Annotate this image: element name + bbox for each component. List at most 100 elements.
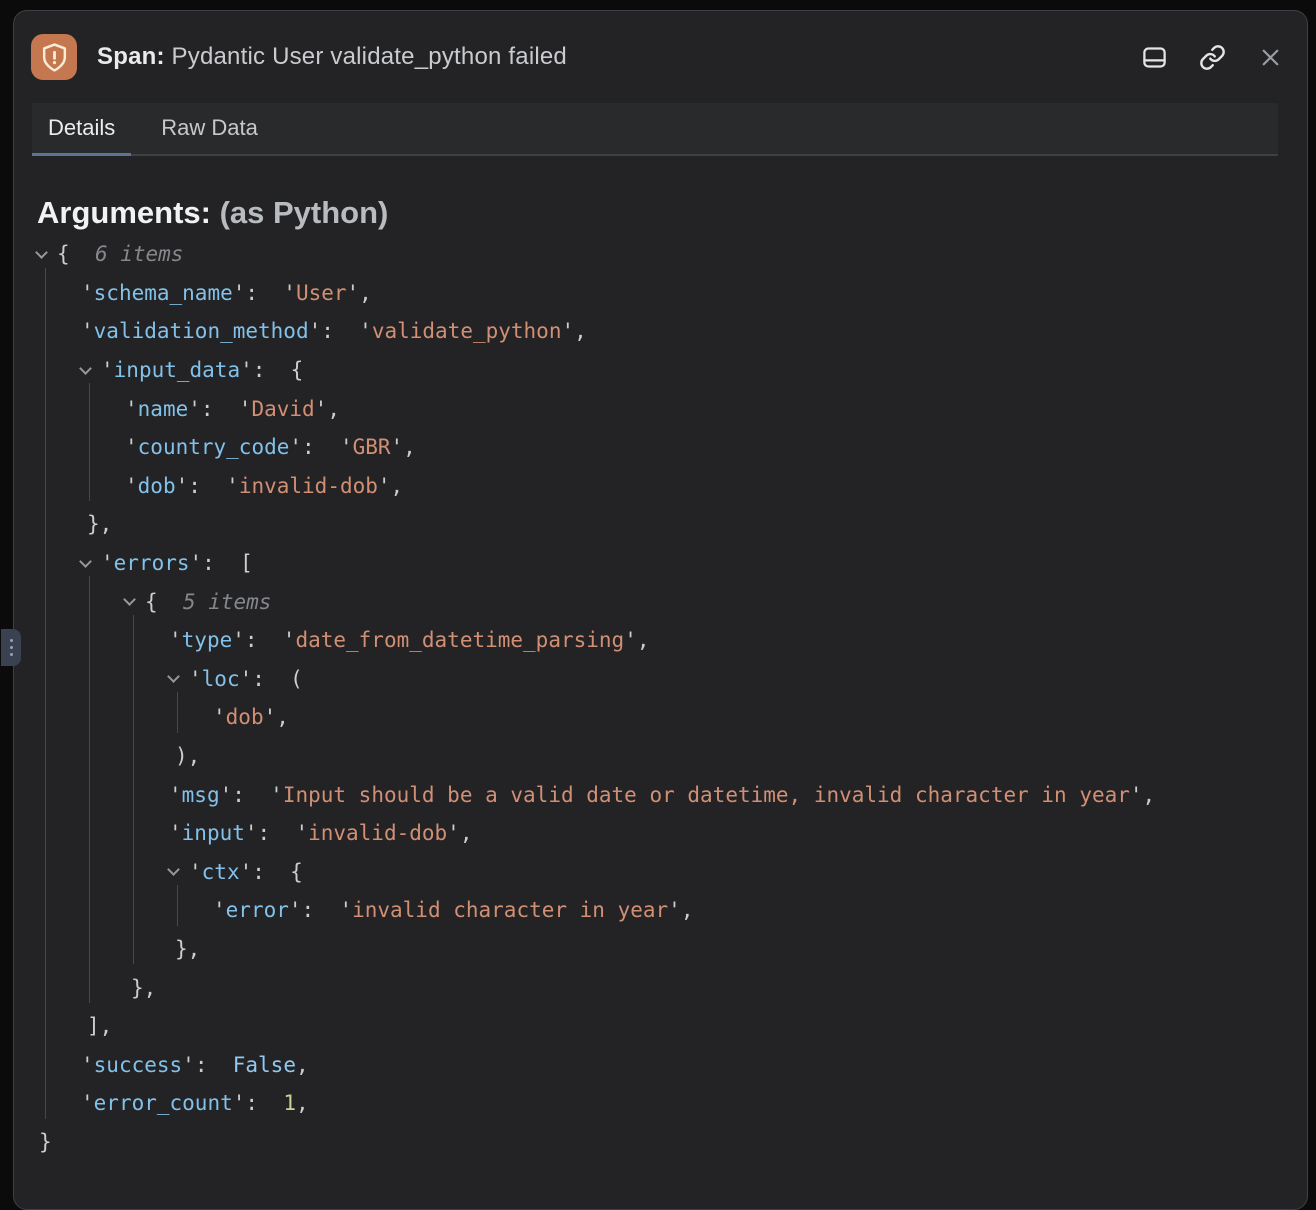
code-token: , <box>296 1091 309 1115</box>
code-token: { <box>145 590 158 614</box>
code-token: }, <box>131 976 156 1000</box>
link-icon <box>1199 44 1226 71</box>
code-token: ': [ <box>190 551 253 575</box>
panel-title-prefix: Span: <box>97 43 165 70</box>
code-line: 'msg': 'Input should be a valid date or … <box>37 775 1287 814</box>
collapse-chevron-icon[interactable] <box>37 235 57 274</box>
code-line: 'country_code': 'GBR', <box>37 428 1287 467</box>
code-token: dob <box>226 705 264 729</box>
code-token: loc <box>202 667 240 691</box>
code-token: ' <box>81 1091 94 1115</box>
code-line: 'input_data': { <box>37 351 1287 390</box>
code-token: ', <box>1130 783 1155 807</box>
code-token: ', <box>561 319 586 343</box>
code-line: 'type': 'date_from_datetime_parsing', <box>37 621 1287 660</box>
code-token: ', <box>347 281 372 305</box>
code-line: 'errors': [ <box>37 544 1287 583</box>
code-token: ' <box>101 358 114 382</box>
code-tree: { 6 items'schema_name': 'User','validati… <box>37 235 1287 1161</box>
code-token: ': { <box>240 358 303 382</box>
code-token: date_from_datetime_parsing <box>295 628 624 652</box>
code-token: False <box>233 1053 296 1077</box>
collapse-chevron-icon[interactable] <box>81 351 101 390</box>
collapse-chevron-icon[interactable] <box>169 853 189 892</box>
code-token: invalid-dob <box>308 821 447 845</box>
copy-link-button[interactable] <box>1195 40 1229 74</box>
code-token: ', <box>447 821 472 845</box>
code-token: ': <box>233 1091 284 1115</box>
code-token: ': ' <box>233 281 296 305</box>
code-token: ' <box>125 435 138 459</box>
arguments-heading: Arguments: (as Python) <box>37 193 1287 233</box>
shield-alert-icon <box>39 42 70 73</box>
code-line: ), <box>37 737 1287 776</box>
arguments-heading-main: Arguments: <box>37 195 211 230</box>
code-token: ' <box>213 705 226 729</box>
code-line: 'error': 'invalid character in year', <box>37 891 1287 930</box>
code-token: input <box>182 821 245 845</box>
code-token: ' <box>189 667 202 691</box>
collapse-chevron-icon[interactable] <box>169 660 189 699</box>
code-token: ', <box>391 435 416 459</box>
code-token: ' <box>81 1053 94 1077</box>
code-token: ': ' <box>176 474 239 498</box>
code-token: ': ' <box>188 397 251 421</box>
span-type-badge <box>31 34 77 80</box>
code-token: error_count <box>94 1091 233 1115</box>
code-token: input_data <box>114 358 240 382</box>
code-token: ' <box>169 783 182 807</box>
code-line: { 6 items <box>37 235 1287 274</box>
code-token: ' <box>125 397 138 421</box>
panel-title: Span: Pydantic User validate_python fail… <box>97 43 567 71</box>
code-line: }, <box>37 968 1287 1007</box>
collapse-chevron-icon[interactable] <box>125 582 145 621</box>
code-token: country_code <box>138 435 290 459</box>
code-token: ' <box>169 821 182 845</box>
dock-bottom-icon <box>1141 44 1168 71</box>
code-token: 1 <box>283 1091 296 1115</box>
tab-bar: Details Raw Data <box>32 103 1278 156</box>
code-token: name <box>138 397 189 421</box>
code-token: ], <box>87 1014 112 1038</box>
code-line: }, <box>37 505 1287 544</box>
panel-resize-handle[interactable] <box>1 629 21 666</box>
code-line: 'schema_name': 'User', <box>37 274 1287 313</box>
code-line: 'dob', <box>37 698 1287 737</box>
code-token: ', <box>315 397 340 421</box>
code-token: } <box>39 1130 52 1154</box>
code-line: { 5 items <box>37 582 1287 621</box>
code-line: 'validation_method': 'validate_python', <box>37 312 1287 351</box>
code-line: 'loc': ( <box>37 660 1287 699</box>
code-line: 'input': 'invalid-dob', <box>37 814 1287 853</box>
tab-details[interactable]: Details <box>32 103 131 156</box>
code-token: error <box>226 898 289 922</box>
code-line: 'error_count': 1, <box>37 1084 1287 1123</box>
code-token: errors <box>114 551 190 575</box>
dock-bottom-button[interactable] <box>1137 40 1171 74</box>
collapse-chevron-icon[interactable] <box>81 544 101 583</box>
code-token: 6 items <box>70 242 184 266</box>
code-token: ': <box>182 1053 233 1077</box>
code-line: 'success': False, <box>37 1045 1287 1084</box>
close-button[interactable] <box>1253 40 1287 74</box>
code-token: ', <box>624 628 649 652</box>
code-token: ': ' <box>289 435 352 459</box>
tab-raw-data[interactable]: Raw Data <box>145 103 274 156</box>
code-line: 'ctx': { <box>37 853 1287 892</box>
code-token: { <box>57 242 70 266</box>
panel-title-text: Pydantic User validate_python failed <box>172 43 567 70</box>
code-token: , <box>296 1053 309 1077</box>
code-token: ': { <box>240 860 303 884</box>
code-token: ': ' <box>232 628 295 652</box>
code-token: ', <box>264 705 289 729</box>
code-token: ': ( <box>240 667 303 691</box>
code-token: ' <box>189 860 202 884</box>
code-line: }, <box>37 930 1287 969</box>
code-token: }, <box>175 937 200 961</box>
code-line: ], <box>37 1007 1287 1046</box>
code-token: msg <box>182 783 220 807</box>
code-token: ': ' <box>220 783 283 807</box>
code-token: ': ' <box>289 898 352 922</box>
code-token: ctx <box>202 860 240 884</box>
code-token: schema_name <box>94 281 233 305</box>
